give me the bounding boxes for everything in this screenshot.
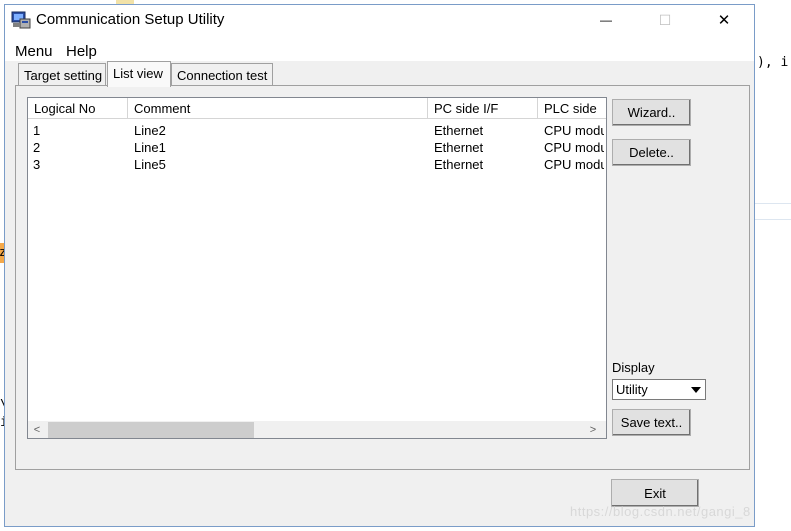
button-label: Exit xyxy=(644,485,666,501)
column-header-pc-side[interactable]: PC side I/F xyxy=(428,98,538,119)
cell-plc-side: CPU module xyxy=(544,157,604,172)
tab-list-view[interactable]: List view xyxy=(107,61,171,87)
tab-target-setting[interactable]: Target setting xyxy=(18,63,106,87)
cell-plc-side: CPU module xyxy=(544,123,604,138)
column-label: PLC side xyxy=(544,101,597,116)
display-select[interactable]: Utility xyxy=(612,379,706,400)
maximize-icon: ☐ xyxy=(658,11,672,28)
menu-item-menu[interactable]: Menu xyxy=(15,43,53,60)
minimize-icon: — xyxy=(600,13,612,27)
scroll-right-button[interactable]: > xyxy=(584,421,602,438)
list-view-panel: Logical No Comment PC side I/F PLC side … xyxy=(15,85,750,470)
wizard-button[interactable]: Wizard.. xyxy=(612,99,691,126)
title-bar[interactable]: Communication Setup Utility — ☐ ✕ xyxy=(5,5,754,35)
background-divider xyxy=(755,219,791,220)
cell-plc-side: CPU module xyxy=(544,140,604,155)
scroll-thumb[interactable] xyxy=(48,422,254,438)
cell-comment: Line2 xyxy=(134,123,166,138)
display-selected-value: Utility xyxy=(616,382,648,397)
column-header-logical-no[interactable]: Logical No xyxy=(28,98,128,119)
table-row[interactable]: 2 Line1 Ethernet CPU module xyxy=(28,139,606,156)
window-title: Communication Setup Utility xyxy=(36,11,225,28)
connection-list[interactable]: Logical No Comment PC side I/F PLC side … xyxy=(27,97,607,439)
table-row[interactable]: 3 Line5 Ethernet CPU module xyxy=(28,156,606,173)
column-label: Comment xyxy=(134,101,191,116)
close-icon: ✕ xyxy=(717,12,731,29)
cell-comment: Line1 xyxy=(134,140,166,155)
chevron-right-icon: > xyxy=(589,424,597,436)
exit-button[interactable]: Exit xyxy=(611,479,699,507)
horizontal-scrollbar[interactable]: < > xyxy=(28,421,606,438)
save-text-button[interactable]: Save text.. xyxy=(612,409,691,436)
minimize-button[interactable]: — xyxy=(583,5,629,35)
button-label: Save text.. xyxy=(620,415,683,430)
column-header-comment[interactable]: Comment xyxy=(128,98,428,119)
menu-bar: Menu Help xyxy=(5,35,754,61)
table-row[interactable]: 1 Line2 Ethernet CPU module xyxy=(28,122,606,139)
list-header: Logical No Comment PC side I/F PLC side xyxy=(28,98,606,119)
delete-button[interactable]: Delete.. xyxy=(612,139,691,166)
background-divider xyxy=(755,203,791,204)
cell-logical-no: 1 xyxy=(33,123,41,138)
cell-pc-side: Ethernet xyxy=(434,140,484,155)
tab-connection-test[interactable]: Connection test xyxy=(171,63,273,87)
cell-pc-side: Ethernet xyxy=(434,157,484,172)
close-button[interactable]: ✕ xyxy=(701,5,747,35)
menu-item-help[interactable]: Help xyxy=(66,43,97,60)
cell-comment: Line5 xyxy=(134,157,166,172)
dropdown-arrow-icon[interactable] xyxy=(687,381,704,398)
column-header-plc-side[interactable]: PLC side xyxy=(538,98,606,119)
watermark-text: https://blog.csdn.net/gangi_8 xyxy=(570,504,751,519)
app-window: Communication Setup Utility — ☐ ✕ Menu H… xyxy=(4,4,755,527)
cell-pc-side: Ethernet xyxy=(434,123,484,138)
cell-logical-no: 3 xyxy=(33,157,41,172)
button-label: Delete.. xyxy=(629,145,674,160)
maximize-button[interactable]: ☐ xyxy=(642,5,688,35)
tab-label: Target setting xyxy=(24,68,103,83)
cell-logical-no: 2 xyxy=(33,140,41,155)
scroll-left-button[interactable]: < xyxy=(28,421,46,438)
chevron-left-icon: < xyxy=(33,424,41,436)
background-code-fragment: ), i xyxy=(757,55,789,70)
tab-label: List view xyxy=(113,66,163,81)
column-label: Logical No xyxy=(34,101,96,116)
column-label: PC side I/F xyxy=(434,101,499,116)
computer-icon xyxy=(11,11,31,29)
display-label: Display xyxy=(612,360,655,375)
tab-label: Connection test xyxy=(177,68,268,83)
button-label: Wizard.. xyxy=(627,105,676,120)
